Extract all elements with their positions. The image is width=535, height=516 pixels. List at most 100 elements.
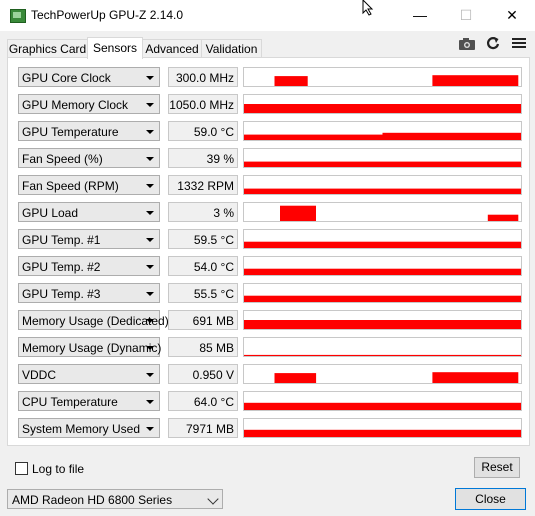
sensor-row: GPU Load 3 %	[18, 202, 528, 222]
dropdown-arrow-icon	[146, 400, 154, 404]
sensor-select[interactable]: Fan Speed (%)	[18, 148, 160, 168]
sensor-label: GPU Temp. #2	[22, 260, 101, 274]
sensor-graph	[243, 175, 522, 195]
dropdown-arrow-icon	[146, 319, 154, 323]
sensor-row: GPU Memory Clock 1050.0 MHz	[18, 94, 528, 114]
sensor-label: CPU Temperature	[22, 395, 118, 409]
sensor-select[interactable]: GPU Temperature	[18, 121, 160, 141]
sensor-select[interactable]: System Memory Used	[18, 418, 160, 438]
sensor-row: GPU Core Clock 300.0 MHz	[18, 67, 528, 87]
sensor-value: 7971 MB	[185, 422, 234, 436]
sensor-graph	[243, 67, 522, 87]
close-button[interactable]: Close	[455, 488, 526, 510]
refresh-icon[interactable]	[483, 34, 503, 52]
sensor-value-box: 1050.0 MHz	[168, 94, 238, 114]
sensor-select[interactable]: VDDC	[18, 364, 160, 384]
sensor-graph	[243, 148, 522, 168]
sensor-select[interactable]: GPU Temp. #2	[18, 256, 160, 276]
sensor-select[interactable]: GPU Load	[18, 202, 160, 222]
sensor-label: System Memory Used	[22, 422, 141, 436]
graph-segment	[244, 188, 521, 194]
dropdown-arrow-icon	[146, 76, 154, 80]
sensor-value: 3 %	[213, 206, 234, 220]
sensor-row: CPU Temperature 64.0 °C	[18, 391, 528, 411]
sensor-graph	[243, 229, 522, 249]
sensor-value: 0.950 V	[192, 368, 234, 382]
sensor-select[interactable]: Memory Usage (Dedicated)	[18, 310, 169, 330]
sensor-row: GPU Temp. #2 54.0 °C	[18, 256, 528, 276]
tab-advanced[interactable]: Advanced	[142, 39, 202, 58]
tab-graphics-card[interactable]: Graphics Card	[7, 39, 88, 58]
title-bar: TechPowerUp GPU-Z 2.14.0 — ☐ ✕	[0, 0, 535, 31]
tab-validation[interactable]: Validation	[201, 39, 262, 58]
sensor-value: 1050.0 MHz	[169, 98, 234, 112]
sensor-row: GPU Temp. #3 55.5 °C	[18, 283, 528, 303]
sensor-row: GPU Temp. #1 59.5 °C	[18, 229, 528, 249]
sensor-label: GPU Temp. #3	[22, 287, 101, 301]
sensor-select[interactable]: Fan Speed (RPM)	[18, 175, 160, 195]
close-window-button[interactable]: ✕	[489, 0, 535, 31]
gpu-select-dropdown[interactable]: AMD Radeon HD 6800 Series	[7, 489, 223, 509]
graph-segment	[244, 354, 521, 356]
sensor-graph	[243, 418, 522, 438]
minimize-button[interactable]: —	[397, 0, 443, 31]
dropdown-arrow-icon	[146, 130, 154, 134]
sensors-panel: GPU Core Clock 300.0 MHz GPU Memory Clock 1…	[7, 57, 530, 446]
sensor-value-box: 64.0 °C	[168, 391, 238, 411]
camera-icon[interactable]	[457, 34, 477, 52]
dropdown-arrow-icon	[146, 103, 154, 107]
dropdown-arrow-icon	[146, 211, 154, 215]
sensor-label: GPU Memory Clock	[22, 98, 129, 112]
maximize-button[interactable]: ☐	[443, 0, 489, 31]
dropdown-arrow-icon	[146, 184, 154, 188]
sensor-value-box: 59.5 °C	[168, 229, 238, 249]
sensor-value: 39 %	[206, 152, 234, 166]
dropdown-arrow-icon	[146, 265, 154, 269]
sensor-label: GPU Temperature	[22, 125, 119, 139]
sensor-row: VDDC 0.950 V	[18, 364, 528, 384]
sensor-value-box: 0.950 V	[168, 364, 238, 384]
sensor-graph	[243, 310, 522, 330]
graph-segment	[244, 295, 521, 302]
sensor-select[interactable]: GPU Temp. #3	[18, 283, 160, 303]
tab-sensors[interactable]: Sensors	[87, 37, 143, 59]
sensor-select[interactable]: GPU Memory Clock	[18, 94, 160, 114]
sensor-label: Fan Speed (%)	[22, 152, 103, 166]
graph-segment	[274, 76, 308, 86]
graph-segment	[244, 241, 521, 248]
graph-segment	[432, 372, 519, 383]
graph-segment	[244, 134, 383, 140]
sensor-value: 691 MB	[192, 314, 234, 328]
sensor-graph	[243, 94, 522, 114]
sensor-select[interactable]: GPU Temp. #1	[18, 229, 160, 249]
menu-icon[interactable]	[509, 34, 529, 52]
sensor-label: VDDC	[22, 368, 57, 382]
sensor-select[interactable]: GPU Core Clock	[18, 67, 160, 87]
graph-segment	[487, 214, 519, 221]
chevron-down-icon	[207, 493, 219, 505]
sensor-label: Fan Speed (RPM)	[22, 179, 119, 193]
reset-button[interactable]: Reset	[474, 457, 520, 478]
log-to-file-checkbox[interactable]	[15, 462, 28, 475]
graph-segment	[244, 161, 521, 167]
dropdown-arrow-icon	[146, 292, 154, 296]
sensor-label: Memory Usage (Dynamic)	[22, 341, 162, 355]
sensor-select[interactable]: Memory Usage (Dynamic)	[18, 337, 162, 357]
sensor-value-box: 39 %	[168, 148, 238, 168]
graph-segment	[244, 104, 521, 113]
sensor-value-box: 3 %	[168, 202, 238, 222]
sensor-value: 54.0 °C	[193, 260, 234, 274]
sensor-select[interactable]: CPU Temperature	[18, 391, 160, 411]
sensor-graph	[243, 121, 522, 141]
sensor-value-box: 1332 RPM	[168, 175, 238, 195]
sensor-value-box: 7971 MB	[168, 418, 238, 438]
sensor-value: 85 MB	[199, 341, 234, 355]
sensor-row: Memory Usage (Dynamic) 85 MB	[18, 337, 528, 357]
sensor-value: 55.5 °C	[193, 287, 234, 301]
mouse-cursor-icon	[362, 0, 374, 16]
dropdown-arrow-icon	[146, 427, 154, 431]
window-title: TechPowerUp GPU-Z 2.14.0	[31, 8, 184, 22]
sensor-row: GPU Temperature 59.0 °C	[18, 121, 528, 141]
app-logo-icon	[10, 9, 26, 23]
sensor-value-box: 55.5 °C	[168, 283, 238, 303]
